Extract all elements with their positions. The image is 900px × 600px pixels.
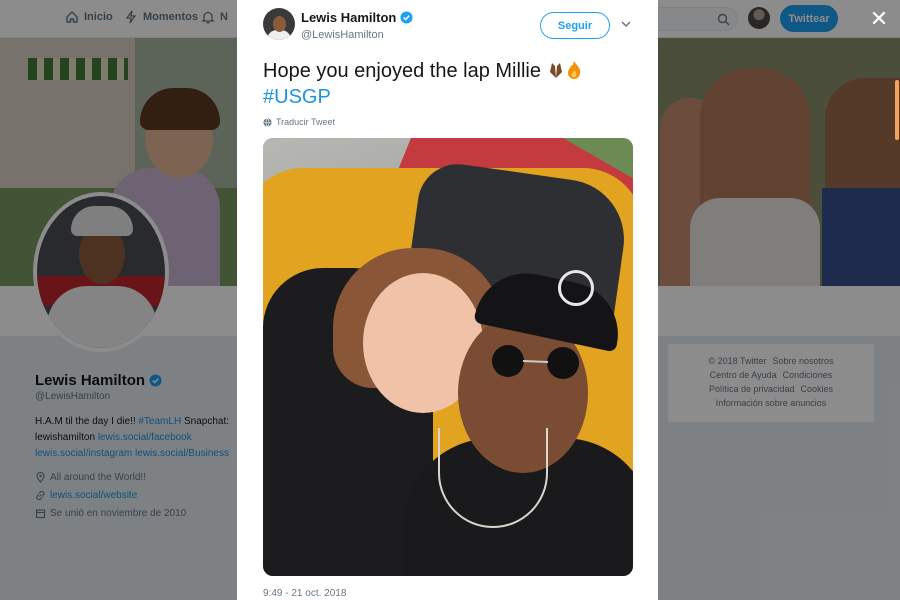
tweet-hashtag-link[interactable]: #USGP [263, 86, 331, 108]
verified-icon [400, 11, 413, 24]
tweet-author-avatar[interactable] [263, 8, 295, 40]
tweet-author-name-text[interactable]: Lewis Hamilton [301, 10, 396, 25]
translate-tweet-link[interactable]: Traducir Tweet [263, 117, 335, 127]
tweet-body: Hope you enjoyed the lap Millie [263, 60, 541, 82]
chevron-down-icon[interactable] [620, 18, 632, 30]
tweet-timestamp[interactable]: 9:49 - 21 oct. 2018 [263, 588, 346, 599]
tweet-modal: Lewis Hamilton @LewisHamilton Seguir Hop… [237, 0, 658, 600]
tweet-author-handle[interactable]: @LewisHamilton [301, 29, 384, 41]
close-icon[interactable]: ✕ [868, 8, 890, 30]
globe-icon [263, 117, 272, 127]
follow-button[interactable]: Seguir [540, 12, 610, 39]
tweet-author-name[interactable]: Lewis Hamilton [301, 10, 413, 25]
translate-label[interactable]: Traducir Tweet [276, 117, 335, 127]
tweet-photo[interactable] [263, 138, 633, 576]
scrollbar[interactable] [893, 40, 900, 600]
tweet-text: Hope you enjoyed the lap Millie #USGP [263, 58, 633, 110]
praying-hands-icon [547, 60, 565, 80]
fire-icon [565, 60, 583, 80]
scrollbar-thumb[interactable] [895, 80, 899, 140]
